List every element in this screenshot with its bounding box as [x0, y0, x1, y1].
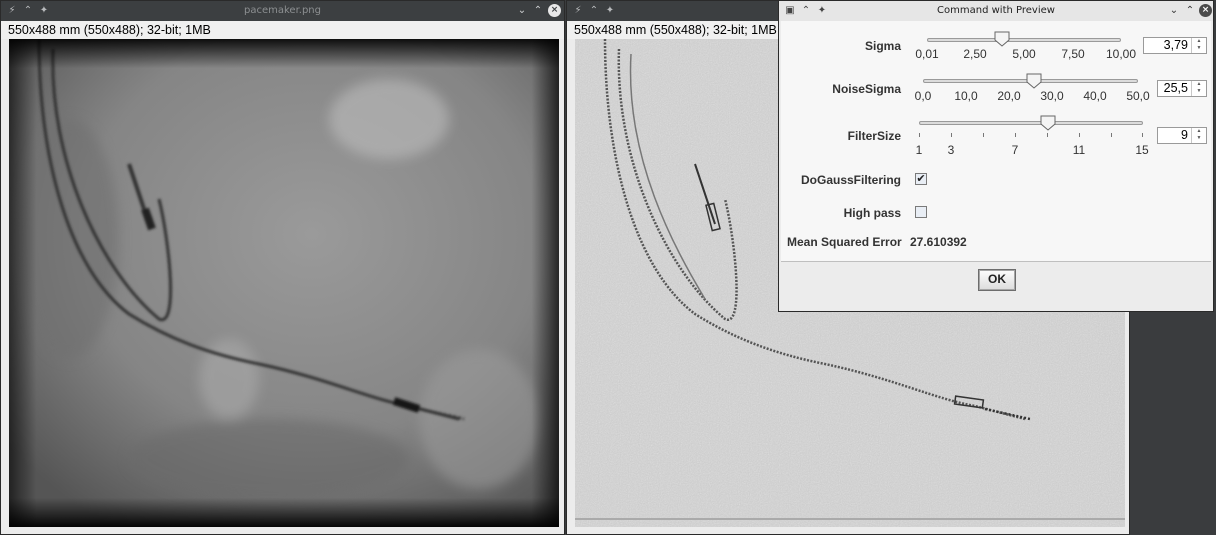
- high-pass-checkbox[interactable]: [915, 206, 927, 218]
- imagej-icon[interactable]: ⚡: [571, 4, 585, 18]
- sigma-label: Sigma: [864, 39, 901, 53]
- noise-sigma-value-field[interactable]: 25,5 ▲ ▼: [1157, 80, 1207, 97]
- sigma-value: 3,79: [1163, 38, 1188, 52]
- filter-size-slider-thumb[interactable]: [1040, 115, 1056, 131]
- noise-sigma-tick-5: 50,0: [1126, 89, 1150, 103]
- noise-sigma-label: NoiseSigma: [832, 82, 901, 96]
- filter-size-spinner[interactable]: ▲ ▼: [1191, 128, 1206, 143]
- do-gauss-filtering-label: DoGaussFiltering: [800, 173, 901, 187]
- noise-sigma-slider-thumb[interactable]: [1026, 73, 1042, 89]
- filter-size-minor-tick: [1079, 133, 1080, 137]
- dialog-title: Command with Preview: [937, 5, 1055, 16]
- noise-sigma-value: 25,5: [1163, 81, 1188, 95]
- left-window-titlebar[interactable]: ⚡ ⌃ ✦ pacemaker.png ⌄ ⌃ ×: [1, 1, 564, 21]
- parameter-panel: Sigma 0,01 2,50 5,00 7,50 10,00 3,79 ▲ ▼ …: [781, 21, 1211, 262]
- filter-size-tick-3: 11: [1072, 143, 1086, 157]
- filter-size-minor-tick: [1142, 133, 1143, 137]
- left-window-title: pacemaker.png: [244, 5, 321, 16]
- chevron-down-icon[interactable]: ⌄: [515, 4, 529, 18]
- filter-size-minor-tick: [951, 133, 952, 137]
- noise-sigma-tick-4: 40,0: [1083, 89, 1107, 103]
- noise-sigma-spinner[interactable]: ▲ ▼: [1191, 81, 1206, 96]
- close-icon[interactable]: ×: [548, 4, 561, 17]
- filter-size-label: FilterSize: [847, 129, 901, 143]
- filter-size-minor-tick: [1047, 133, 1048, 137]
- checkmark-icon: ✔: [916, 172, 926, 185]
- chevron-up-icon[interactable]: ⌃: [1183, 4, 1197, 18]
- noise-sigma-tick-0: 0,0: [914, 89, 932, 103]
- sigma-tick-4: 10,00: [1105, 47, 1137, 61]
- filter-size-tick-1: 3: [947, 143, 955, 157]
- sigma-tick-3: 7,50: [1061, 47, 1085, 61]
- sigma-tick-1: 2,50: [963, 47, 987, 61]
- sigma-slider-track[interactable]: [927, 38, 1121, 42]
- noise-sigma-tick-3: 30,0: [1040, 89, 1064, 103]
- sigma-value-field[interactable]: 3,79 ▲ ▼: [1143, 37, 1207, 54]
- mse-value: 27.610392: [910, 235, 967, 249]
- ok-button[interactable]: OK: [978, 269, 1016, 291]
- filter-size-tick-0: 1: [915, 143, 923, 157]
- filter-size-minor-tick: [919, 133, 920, 137]
- mse-label: Mean Squared Error: [787, 235, 902, 249]
- close-icon[interactable]: ×: [1199, 4, 1212, 17]
- filter-size-minor-tick: [1015, 133, 1016, 137]
- filter-size-minor-tick: [983, 133, 984, 137]
- high-pass-label: High pass: [843, 206, 901, 220]
- filter-size-slider-track[interactable]: [919, 121, 1143, 125]
- sigma-spinner[interactable]: ▲ ▼: [1191, 38, 1206, 53]
- left-image-info: 550x488 mm (550x488); 32-bit; 1MB: [1, 21, 564, 39]
- noise-sigma-tick-1: 10,0: [954, 89, 978, 103]
- chevron-up-icon[interactable]: ⌃: [531, 4, 545, 18]
- left-image-window: ⚡ ⌃ ✦ pacemaker.png ⌄ ⌃ × 550x488 mm (55…: [0, 0, 565, 535]
- command-dialog: ▣ ⌃ ✦ Command with Preview ⌄ ⌃ × Sigma 0…: [778, 0, 1214, 312]
- chevron-down-icon[interactable]: ⌄: [1167, 4, 1181, 18]
- sigma-slider-thumb[interactable]: [994, 31, 1010, 47]
- filter-size-value: 9: [1181, 128, 1188, 142]
- sigma-tick-0: 0,01: [915, 47, 939, 61]
- left-image-canvas[interactable]: [9, 39, 559, 527]
- do-gauss-filtering-checkbox[interactable]: ✔: [915, 173, 927, 185]
- shade-icon[interactable]: ⌃: [587, 4, 601, 18]
- dialog-titlebar[interactable]: ▣ ⌃ ✦ Command with Preview ⌄ ⌃ ×: [779, 1, 1213, 21]
- filter-size-value-field[interactable]: 9 ▲ ▼: [1157, 127, 1207, 144]
- filter-size-tick-2: 7: [1011, 143, 1019, 157]
- xray-image-original: [9, 39, 559, 527]
- pin-icon[interactable]: ✦: [603, 4, 617, 18]
- filter-size-minor-tick: [1111, 133, 1112, 137]
- filter-size-tick-4: 15: [1135, 143, 1149, 157]
- sigma-tick-2: 5,00: [1012, 47, 1036, 61]
- noise-sigma-tick-2: 20,0: [997, 89, 1021, 103]
